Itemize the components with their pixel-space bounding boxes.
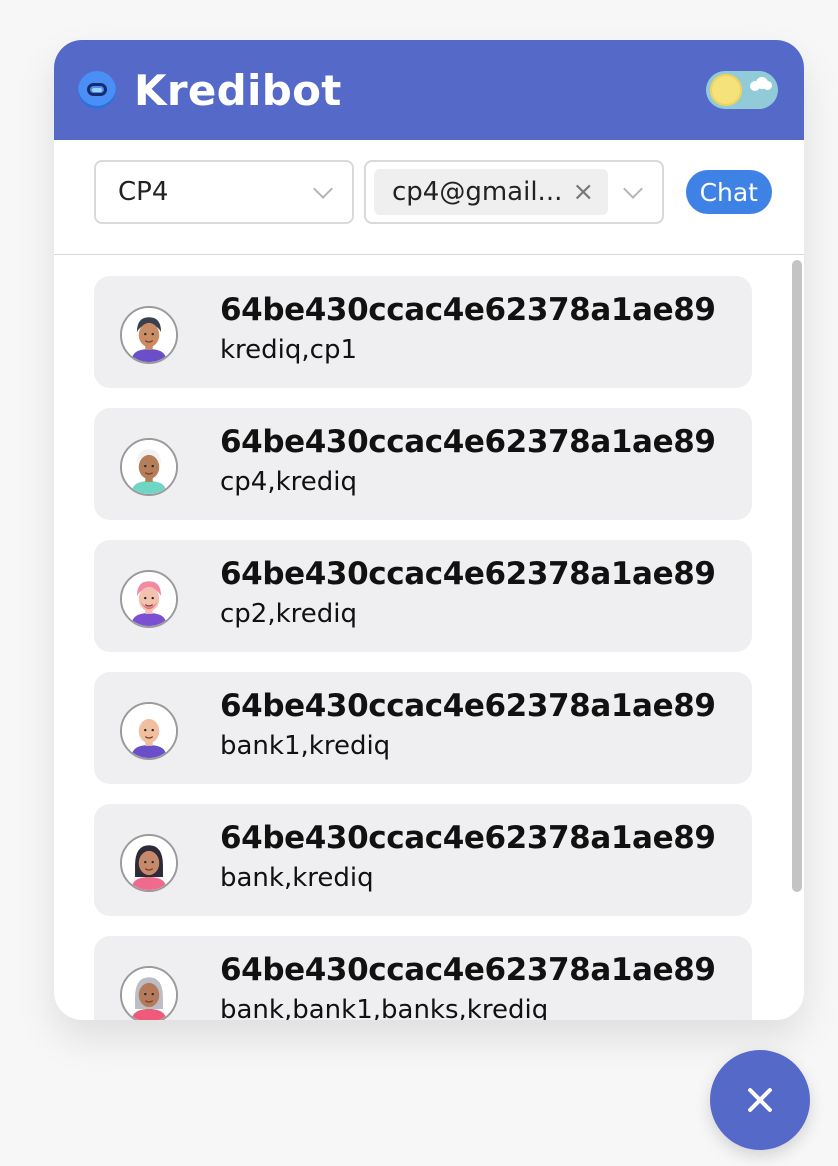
email-select[interactable]: cp4@gmail... ×	[364, 160, 664, 224]
close-chat-button[interactable]	[710, 1050, 810, 1150]
cloud-icon	[750, 77, 772, 91]
conversation-id: 64be430ccac4e62378a1ae89	[220, 688, 716, 724]
woman-dark-hair-avatar	[120, 834, 178, 892]
company-select-value: CP4	[118, 177, 169, 207]
sun-icon	[710, 74, 742, 106]
filter-controls: CP4 cp4@gmail... × Chat	[54, 140, 804, 255]
conversation-text: 64be430ccac4e62378a1ae89 bank,krediq	[220, 818, 716, 896]
conversation-item[interactable]: 64be430ccac4e62378a1ae89 bank,bank1,banks…	[94, 936, 752, 1020]
conversation-text: 64be430ccac4e62378a1ae89 bank,bank1,banks…	[220, 950, 716, 1020]
man-white-hair-avatar	[120, 438, 178, 496]
email-tag-label: cp4@gmail...	[392, 177, 563, 207]
robot-icon	[78, 71, 116, 109]
conversation-tags: krediq,cp1	[220, 335, 358, 365]
chevron-down-icon	[623, 179, 643, 199]
company-select[interactable]: CP4	[94, 160, 354, 224]
conversation-tags: cp2,krediq	[220, 599, 358, 629]
conversation-item[interactable]: 64be430ccac4e62378a1ae89 bank,krediq	[94, 804, 752, 916]
chevron-down-icon	[313, 179, 333, 199]
tag-remove-icon[interactable]: ×	[572, 179, 594, 205]
conversation-tags: bank1,krediq	[220, 731, 391, 761]
conversation-id: 64be430ccac4e62378a1ae89	[220, 952, 716, 988]
widget-header: Kredibot	[54, 40, 804, 140]
chat-widget: Kredibot CP4 cp4@gmail... × Chat 64be430…	[54, 40, 804, 1020]
conversation-text: 64be430ccac4e62378a1ae89 krediq,cp1	[220, 290, 716, 368]
conversation-tags: bank,bank1,banks,krediq	[220, 995, 549, 1020]
app-title: Kredibot	[134, 65, 342, 115]
conversation-tags: bank,krediq	[220, 863, 374, 893]
theme-toggle[interactable]	[706, 71, 778, 109]
woman-grey-hair-avatar	[120, 966, 178, 1020]
conversation-item[interactable]: 64be430ccac4e62378a1ae89 cp4,krediq	[94, 408, 752, 520]
conversation-id: 64be430ccac4e62378a1ae89	[220, 820, 716, 856]
conversation-item[interactable]: 64be430ccac4e62378a1ae89 cp2,krediq	[94, 540, 752, 652]
conversation-tags: cp4,krediq	[220, 467, 358, 497]
conversation-item[interactable]: 64be430ccac4e62378a1ae89 krediq,cp1	[94, 276, 752, 388]
conversation-id: 64be430ccac4e62378a1ae89	[220, 424, 716, 460]
bald-man-avatar	[120, 702, 178, 760]
scrollbar-thumb[interactable]	[792, 260, 802, 892]
man-curly-hair-avatar	[120, 306, 178, 364]
conversation-list[interactable]: 64be430ccac4e62378a1ae89 krediq,cp1 64be4…	[54, 256, 804, 1020]
scrollbar[interactable]	[790, 256, 804, 1020]
conversation-text: 64be430ccac4e62378a1ae89 cp2,krediq	[220, 554, 716, 632]
conversation-list-inner: 64be430ccac4e62378a1ae89 krediq,cp1 64be4…	[54, 256, 804, 1020]
man-pink-hair-avatar	[120, 570, 178, 628]
email-tag: cp4@gmail... ×	[374, 169, 609, 215]
conversation-id: 64be430ccac4e62378a1ae89	[220, 556, 716, 592]
conversation-item[interactable]: 64be430ccac4e62378a1ae89 bank1,krediq	[94, 672, 752, 784]
conversation-id: 64be430ccac4e62378a1ae89	[220, 292, 716, 328]
conversation-text: 64be430ccac4e62378a1ae89 bank1,krediq	[220, 686, 716, 764]
conversation-text: 64be430ccac4e62378a1ae89 cp4,krediq	[220, 422, 716, 500]
chat-button[interactable]: Chat	[685, 170, 772, 214]
